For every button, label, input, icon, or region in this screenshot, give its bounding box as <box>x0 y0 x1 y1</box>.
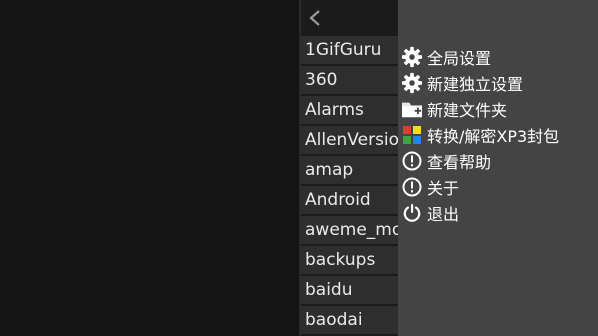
info-circle-icon <box>400 175 424 199</box>
file-item-alarms[interactable]: Alarms <box>301 96 398 124</box>
menu-item-new-standalone-settings[interactable]: 新建独立设置 <box>400 70 559 96</box>
menu-item-label: 新建独立设置 <box>427 75 524 94</box>
gear-icon <box>400 71 424 95</box>
menu-item-convert-xp3[interactable]: 转换/解密XP3封包 <box>400 122 559 148</box>
new-folder-icon <box>400 97 424 121</box>
chevron-left-icon <box>309 10 320 26</box>
back-button[interactable] <box>301 0 398 36</box>
menu-item-label: 全局设置 <box>427 49 492 68</box>
empty-left-area <box>0 0 299 336</box>
file-item-amap[interactable]: amap <box>301 156 398 184</box>
file-item-aweme-monitor[interactable]: aweme_monitor <box>301 216 398 244</box>
popup-menu: 全局设置 新建独立设置 新建文件夹 转换/解密XP3封包 查看帮助 关于 退出 <box>398 0 598 336</box>
file-item-android[interactable]: Android <box>301 186 398 214</box>
file-list: 1GifGuru 360 Alarms AllenVersion amap An… <box>301 36 398 336</box>
menu-item-about[interactable]: 关于 <box>400 174 559 200</box>
menu-item-label: 查看帮助 <box>427 153 492 172</box>
file-item-360[interactable]: 360 <box>301 66 398 94</box>
info-circle-icon <box>400 149 424 173</box>
power-icon <box>400 201 424 225</box>
menu-item-global-settings[interactable]: 全局设置 <box>400 44 559 70</box>
menu-item-label: 新建文件夹 <box>427 101 508 120</box>
menu-item-label: 关于 <box>427 179 460 198</box>
file-item-baidu[interactable]: baidu <box>301 276 398 304</box>
colored-blocks-icon <box>400 123 424 147</box>
gear-icon <box>400 45 424 69</box>
menu-list: 全局设置 新建独立设置 新建文件夹 转换/解密XP3封包 查看帮助 关于 退出 <box>400 44 559 226</box>
file-item-baodai[interactable]: baodai <box>301 306 398 334</box>
menu-item-exit[interactable]: 退出 <box>400 200 559 226</box>
menu-item-help[interactable]: 查看帮助 <box>400 148 559 174</box>
file-item-allenversion[interactable]: AllenVersion <box>301 126 398 154</box>
menu-item-label: 退出 <box>427 205 460 224</box>
file-item-1gifguru[interactable]: 1GifGuru <box>301 36 398 64</box>
menu-item-new-folder[interactable]: 新建文件夹 <box>400 96 559 122</box>
file-browser-panel: 1GifGuru 360 Alarms AllenVersion amap An… <box>301 0 398 336</box>
file-item-backups[interactable]: backups <box>301 246 398 274</box>
menu-item-label: 转换/解密XP3封包 <box>427 127 560 146</box>
